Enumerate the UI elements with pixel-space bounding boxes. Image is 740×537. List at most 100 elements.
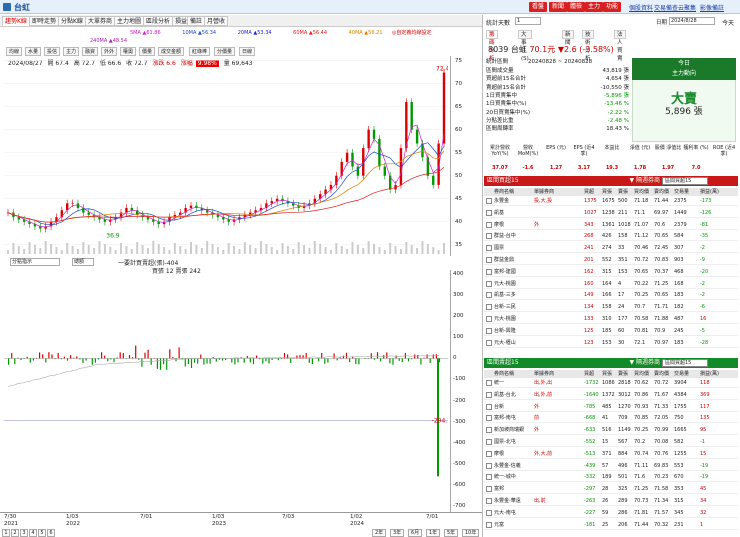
table-row[interactable]: 永豐金-華遠 出,前 -263 26 289 70.73 71.34 315 34 xyxy=(484,497,738,506)
today-button[interactable]: 今天 xyxy=(722,18,734,27)
row-checkbox[interactable] xyxy=(486,280,492,287)
indicator-button[interactable]: 分價量 xyxy=(214,47,236,56)
table-row[interactable]: 元大-桃園 160 164 4 70.22 71.25 168 -2 xyxy=(484,280,738,289)
row-checkbox[interactable] xyxy=(486,268,492,275)
table-row[interactable]: 元富 -181 25 206 71.44 70.32 231 1 xyxy=(484,521,738,530)
sub-mode-select[interactable]: 總額 xyxy=(72,258,94,266)
row-checkbox[interactable] xyxy=(486,521,492,528)
range-tab[interactable]: 2年 xyxy=(372,529,387,537)
table-row[interactable]: 元大-桃園 133 310 177 70.58 71.88 487 16 xyxy=(484,315,738,324)
table-row[interactable]: 富邦-南屯 前 -668 41 709 70.85 72.05 750 135 xyxy=(484,414,738,424)
sub-indicator-select[interactable]: 分點指示 xyxy=(10,258,60,266)
table-row[interactable]: 富邦-建國 162 315 153 70.65 70.37 468 -20 xyxy=(484,268,738,277)
indicator-button[interactable]: 均線 xyxy=(6,47,23,56)
row-checkbox[interactable] xyxy=(486,257,492,263)
range-tab[interactable]: 1年 xyxy=(426,529,441,537)
tab-notes[interactable]: 備註 xyxy=(187,16,206,26)
table-row[interactable]: 新加坡商瑞銀 外 -633 516 1149 70.25 70.99 1665 95 xyxy=(484,426,738,436)
tab-main-map[interactable]: 主力地圖 xyxy=(114,16,145,26)
branch-chart[interactable]: -294.1 xyxy=(4,270,448,510)
table-row[interactable]: 台新-興隆 125 185 60 70.81 70.9 245 -5 xyxy=(484,327,738,336)
row-checkbox[interactable] xyxy=(486,292,492,299)
table-row[interactable]: 統一 出,外,出 -1732 1086 2818 70.62 70.72 3904 118 xyxy=(484,379,738,388)
row-checkbox[interactable] xyxy=(486,462,492,469)
table-row[interactable]: 統一-城中 -332 189 501 71.6 70.23 670 -19 xyxy=(484,473,738,483)
ma-setting-link[interactable]: ◎自定義均線設定 xyxy=(392,29,431,36)
top-button-1[interactable]: 看盤 xyxy=(529,2,548,12)
stat-days-select[interactable]: 1 xyxy=(515,17,541,25)
range-tab[interactable]: 5年 xyxy=(444,529,459,537)
price-chart[interactable]: 72.4 36.9 xyxy=(4,56,448,254)
table-row[interactable]: 台新-三民 134 158 24 70.7 71.71 182 -6 xyxy=(484,303,738,313)
row-checkbox[interactable] xyxy=(486,427,492,434)
top-link-4[interactable]: 影像備註 xyxy=(700,3,724,12)
date-picker[interactable]: 2024/8/28 xyxy=(669,17,715,25)
buy-filter-select[interactable]: 區間買超15 xyxy=(662,177,708,185)
panel-tab[interactable]: 大事件(S) xyxy=(518,30,532,62)
top-button-2[interactable]: 新聞 xyxy=(549,2,568,12)
panel-tab[interactable]: 法人買賣 xyxy=(614,30,626,62)
table-row[interactable]: 國票-北屯 -552 15 567 70.2 70.08 582 -1 xyxy=(484,438,738,447)
panel-tab[interactable]: 籌碼分析 xyxy=(486,30,498,62)
top-button-3[interactable]: 體檢 xyxy=(567,2,586,12)
panel-tab[interactable]: 技術分析 xyxy=(582,30,594,62)
row-checkbox[interactable] xyxy=(486,415,492,422)
indicator-button[interactable]: 融資 xyxy=(82,47,99,56)
indicator-button[interactable]: 主力 xyxy=(63,47,80,56)
tab-range[interactable]: 區段分析 xyxy=(143,16,174,26)
row-checkbox[interactable] xyxy=(486,450,492,457)
tab-branch-k[interactable]: 分點K線 xyxy=(58,16,86,26)
indicator-button[interactable]: 價量 xyxy=(139,47,156,56)
top-button-5[interactable]: 功能 xyxy=(603,2,622,12)
row-checkbox[interactable] xyxy=(486,486,492,493)
page-tab[interactable]: 3 xyxy=(20,529,28,537)
table-row[interactable]: 凱基 1027 1238 211 71.1 69.97 1449 -126 xyxy=(484,209,738,218)
table-row[interactable]: 元大-南屯 -227 59 286 71.81 71.57 345 32 xyxy=(484,509,738,518)
table-row[interactable]: 富邦 -297 28 325 71.25 71.58 353 45 xyxy=(484,485,738,495)
table-row[interactable]: 群益-台中 268 426 158 71.12 70.65 584 -35 xyxy=(484,232,738,242)
table-row[interactable]: 永豐金-信義 -439 57 496 71.11 69.83 553 -19 xyxy=(484,462,738,471)
row-checkbox[interactable] xyxy=(486,380,492,386)
table-row[interactable]: 國票 241 274 33 70.46 72.45 307 -2 xyxy=(484,244,738,254)
row-checkbox[interactable] xyxy=(486,327,492,334)
table-row[interactable]: 元大-壢山 123 153 30 72.1 70.97 183 -28 xyxy=(484,339,738,348)
row-checkbox[interactable] xyxy=(486,403,492,410)
row-checkbox[interactable] xyxy=(486,198,492,204)
table-row[interactable]: 凱基-台北 出,外,前 -1640 1372 3012 70.86 71.67 4384 369 xyxy=(484,391,738,400)
sell-filter-select[interactable]: 區間買超15 xyxy=(662,359,708,367)
page-tab[interactable]: 5 xyxy=(38,529,46,537)
top-link-2[interactable]: 交易備查 xyxy=(654,3,678,12)
indicator-button[interactable]: 日線 xyxy=(239,47,256,56)
row-checkbox[interactable] xyxy=(486,391,492,398)
range-tab[interactable]: 3年 xyxy=(390,529,405,537)
row-checkbox[interactable] xyxy=(486,439,492,445)
row-checkbox[interactable] xyxy=(486,221,492,228)
page-tab[interactable]: 2 xyxy=(11,529,19,537)
panel-tab[interactable]: 新聞 xyxy=(562,30,574,46)
top-link-3[interactable]: 云聚集 xyxy=(678,3,696,12)
tab-revenue[interactable]: 月營收 xyxy=(204,16,229,26)
row-checkbox[interactable] xyxy=(486,509,492,516)
range-tab[interactable]: 6月 xyxy=(408,529,423,537)
table-row[interactable]: 群益金鼎 201 552 351 70.72 70.83 903 -9 xyxy=(484,256,738,265)
page-tab[interactable]: 6 xyxy=(47,529,55,537)
range-tab[interactable]: 10年 xyxy=(462,529,480,537)
top-button-4[interactable]: 主力 xyxy=(585,2,604,12)
row-checkbox[interactable] xyxy=(486,474,492,481)
page-tab[interactable]: 4 xyxy=(29,529,37,537)
indicator-button[interactable]: 紅綠棒 xyxy=(189,47,211,56)
indicator-button[interactable]: 投信 xyxy=(44,47,61,56)
table-row[interactable]: 凱基-三多 149 166 17 70.25 70.65 183 -2 xyxy=(484,291,738,301)
table-row[interactable]: 永豐金 投,大,投 1375 1675 500 71.18 71.44 2375 -173 xyxy=(484,197,738,206)
indicator-button[interactable]: 外外 xyxy=(101,47,118,56)
tab-trend-k[interactable]: 趨勢K線 xyxy=(2,16,30,26)
row-checkbox[interactable] xyxy=(486,498,492,504)
table-row[interactable]: 摩根 外,大,前 -513 371 884 70.74 70.76 1255 15 xyxy=(484,450,738,459)
row-checkbox[interactable] xyxy=(486,339,492,346)
table-row[interactable]: 台新 外 -785 485 1270 70.93 71.33 1755 117 xyxy=(484,403,738,412)
indicator-button[interactable]: 權奧 xyxy=(120,47,137,56)
page-tab[interactable]: 1 xyxy=(2,529,10,537)
row-checkbox[interactable] xyxy=(486,304,492,311)
indicator-button[interactable]: 水量 xyxy=(25,47,42,56)
row-checkbox[interactable] xyxy=(486,316,492,322)
